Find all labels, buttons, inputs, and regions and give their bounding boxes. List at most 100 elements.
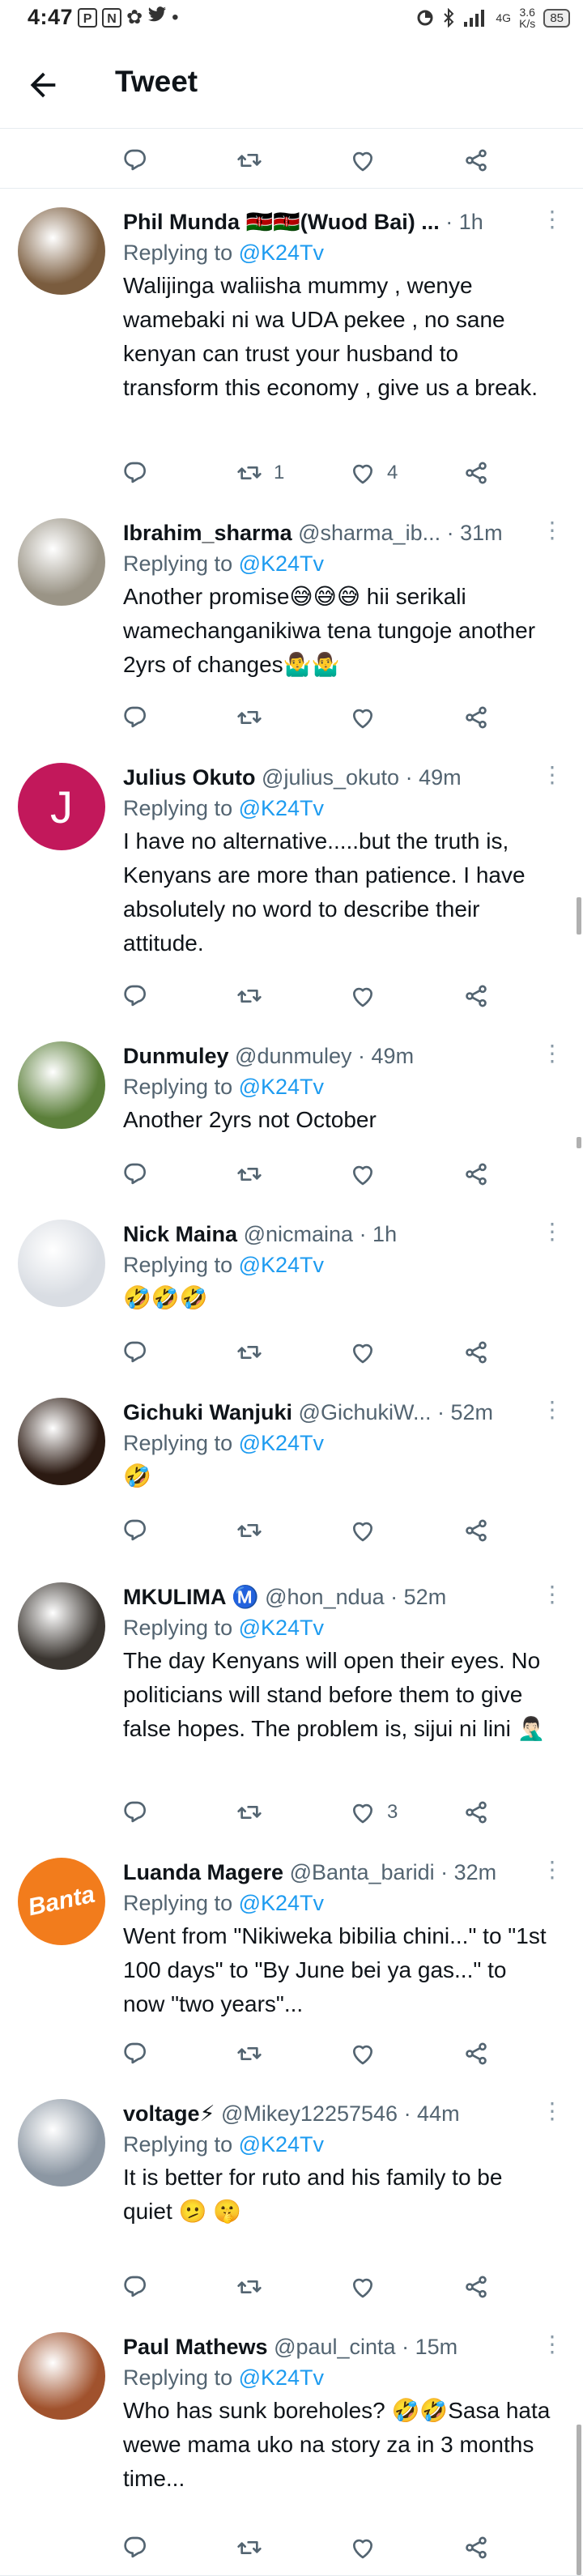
tweet-handle[interactable]: @Banta_baridi xyxy=(290,1860,435,1884)
reply-button[interactable] xyxy=(123,1336,149,1369)
tweet-author-name[interactable]: Phil Munda 🇰🇪🇰🇪(Wuod Bai) ... xyxy=(123,210,440,234)
reply-button[interactable] xyxy=(123,980,149,1012)
avatar[interactable]: J xyxy=(18,763,105,850)
avatar[interactable] xyxy=(18,1220,105,1307)
share-button[interactable] xyxy=(463,144,489,177)
tweet-reply[interactable]: Gichuki Wanjuki @GichukiW... · 52m ⋮ Rep… xyxy=(0,1380,583,1565)
retweet-button[interactable] xyxy=(236,2531,274,2564)
tweet-handle[interactable]: @GichukiW... xyxy=(299,1400,432,1424)
like-button[interactable]: 4 xyxy=(350,457,398,489)
replying-to-handle[interactable]: @K24Tv xyxy=(239,241,324,265)
tweet-author-name[interactable]: Luanda Magere xyxy=(123,1860,283,1884)
tweet-handle[interactable]: @julius_okuto xyxy=(262,765,399,790)
like-button[interactable] xyxy=(350,1158,387,1190)
retweet-button[interactable] xyxy=(236,980,274,1012)
tweet-reply[interactable]: Phil Munda 🇰🇪🇰🇪(Wuod Bai) ... · 1h ⋮ Rep… xyxy=(0,189,583,501)
replying-to-handle[interactable]: @K24Tv xyxy=(239,1253,324,1277)
scrollbar-thumb[interactable] xyxy=(577,2425,581,2575)
share-button[interactable] xyxy=(463,2271,489,2303)
retweet-button[interactable] xyxy=(236,1514,274,1547)
tweet-handle[interactable]: @dunmuley xyxy=(235,1044,351,1068)
avatar[interactable] xyxy=(18,2332,105,2420)
tweet-author-name[interactable]: Gichuki Wanjuki xyxy=(123,1400,292,1424)
avatar[interactable] xyxy=(18,1582,105,1670)
share-button[interactable] xyxy=(463,1796,489,1829)
more-options-icon[interactable]: ⋮ xyxy=(541,1582,564,1607)
tweet-reply[interactable]: Ibrahim_sharma @sharma_ib... · 31m ⋮ Rep… xyxy=(0,500,583,746)
avatar[interactable]: Banta xyxy=(18,1858,105,1945)
tweet-handle[interactable]: @Mikey12257546 xyxy=(221,2101,398,2126)
tweet-reply[interactable]: MKULIMA Ⓜ️ @hon_ndua · 52m ⋮ Replying to… xyxy=(0,1565,583,1841)
more-options-icon[interactable]: ⋮ xyxy=(541,2332,564,2357)
avatar[interactable] xyxy=(18,1398,105,1485)
more-options-icon[interactable]: ⋮ xyxy=(541,1220,564,1244)
like-button[interactable] xyxy=(350,1336,387,1369)
avatar[interactable] xyxy=(18,2099,105,2186)
replying-to-handle[interactable]: @K24Tv xyxy=(239,551,324,576)
like-button[interactable] xyxy=(350,980,387,1012)
reply-button[interactable] xyxy=(123,1796,149,1829)
reply-button[interactable] xyxy=(123,457,149,489)
retweet-button[interactable] xyxy=(236,1158,274,1190)
replying-to-handle[interactable]: @K24Tv xyxy=(239,1616,324,1640)
tweet-author-name[interactable]: Nick Maina xyxy=(123,1222,237,1246)
back-arrow-icon[interactable] xyxy=(24,66,62,104)
more-options-icon[interactable]: ⋮ xyxy=(541,763,564,787)
share-button[interactable] xyxy=(463,1158,489,1190)
retweet-button[interactable] xyxy=(236,2037,274,2070)
share-button[interactable] xyxy=(463,1336,489,1369)
retweet-button[interactable] xyxy=(236,144,262,177)
reply-button[interactable] xyxy=(123,2271,149,2303)
tweet-author-name[interactable]: Dunmuley xyxy=(123,1044,229,1068)
like-button[interactable] xyxy=(350,701,387,734)
tweet-reply[interactable]: J Julius Okuto @julius_okuto · 49m ⋮ Rep… xyxy=(0,745,583,1024)
reply-button[interactable] xyxy=(123,1158,149,1190)
tweet-author-name[interactable]: Paul Mathews xyxy=(123,2335,268,2359)
avatar[interactable] xyxy=(18,518,105,606)
tweet-handle[interactable]: @hon_ndua xyxy=(265,1585,385,1609)
like-button[interactable] xyxy=(350,144,376,177)
like-button[interactable] xyxy=(350,1514,387,1547)
tweet-reply[interactable]: voltage⚡ @Mikey12257546 · 44m ⋮ Replying… xyxy=(0,2081,583,2315)
share-button[interactable] xyxy=(463,980,489,1012)
more-options-icon[interactable]: ⋮ xyxy=(541,1398,564,1422)
reply-button[interactable] xyxy=(123,1514,149,1547)
retweet-button[interactable] xyxy=(236,1336,274,1369)
tweet-author-name[interactable]: Julius Okuto xyxy=(123,765,256,790)
reply-button[interactable] xyxy=(123,2531,149,2564)
more-options-icon[interactable]: ⋮ xyxy=(541,1041,564,1066)
tweet-handle[interactable]: @nicmaina xyxy=(244,1222,353,1246)
replying-to-handle[interactable]: @K24Tv xyxy=(239,796,324,820)
share-button[interactable] xyxy=(463,2037,489,2070)
retweet-button[interactable] xyxy=(236,701,274,734)
share-button[interactable] xyxy=(463,457,489,489)
replying-to-handle[interactable]: @K24Tv xyxy=(239,1075,324,1099)
tweet-handle[interactable]: @paul_cinta xyxy=(274,2335,396,2359)
tweet-author-name[interactable]: Ibrahim_sharma xyxy=(123,521,292,545)
avatar[interactable] xyxy=(18,207,105,295)
like-button[interactable] xyxy=(350,2271,387,2303)
replying-to-handle[interactable]: @K24Tv xyxy=(239,2132,324,2157)
share-button[interactable] xyxy=(463,1514,489,1547)
replying-to-handle[interactable]: @K24Tv xyxy=(239,2365,324,2390)
like-button[interactable] xyxy=(350,2037,387,2070)
like-button[interactable]: 3 xyxy=(350,1796,398,1829)
reply-button[interactable] xyxy=(123,144,149,177)
tweet-author-name[interactable]: voltage⚡ xyxy=(123,2101,215,2126)
avatar[interactable] xyxy=(18,1041,105,1129)
replying-to-handle[interactable]: @K24Tv xyxy=(239,1431,324,1455)
tweet-reply[interactable]: Dunmuley @dunmuley · 49m ⋮ Replying to @… xyxy=(0,1024,583,1203)
retweet-button[interactable]: 1 xyxy=(236,457,284,489)
scrollbar-marker[interactable] xyxy=(577,897,581,935)
reply-button[interactable] xyxy=(123,701,149,734)
tweet-handle[interactable]: @sharma_ib... xyxy=(298,521,440,545)
tweet-author-name[interactable]: MKULIMA Ⓜ️ xyxy=(123,1585,259,1609)
more-options-icon[interactable]: ⋮ xyxy=(541,1858,564,1882)
tweet-reply[interactable]: Nick Maina @nicmaina · 1h ⋮ Replying to … xyxy=(0,1202,583,1381)
retweet-button[interactable] xyxy=(236,2271,274,2303)
share-button[interactable] xyxy=(463,2531,489,2564)
tweet-reply[interactable]: Paul Mathews @paul_cinta · 15m ⋮ Replyin… xyxy=(0,2314,583,2576)
like-button[interactable] xyxy=(350,2531,387,2564)
share-button[interactable] xyxy=(463,701,489,734)
more-options-icon[interactable]: ⋮ xyxy=(541,518,564,543)
